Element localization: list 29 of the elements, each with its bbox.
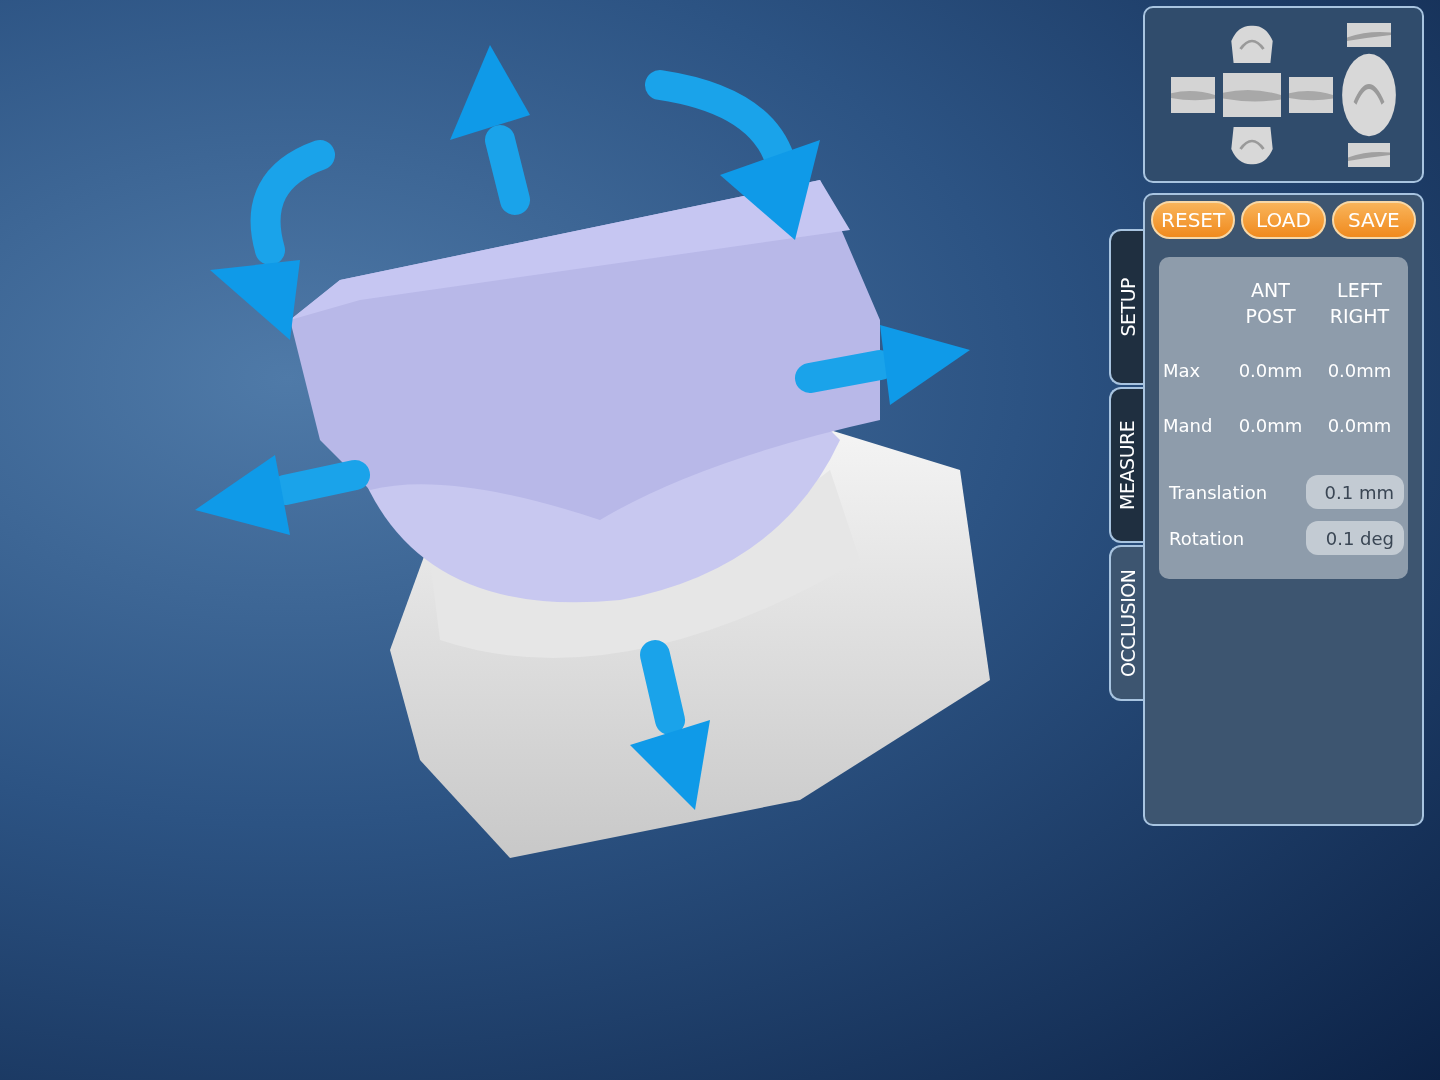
arrow-icon[interactable] xyxy=(210,140,335,340)
view-thumbnail[interactable] xyxy=(1170,76,1215,113)
side-tab[interactable]: OCCLUSION xyxy=(1109,545,1145,701)
row-label: Max xyxy=(1163,359,1202,383)
arrow-icon[interactable] xyxy=(645,70,820,240)
column-header: ANT xyxy=(1251,278,1290,303)
row-label: Mand xyxy=(1163,414,1214,438)
table-cell-text: 0.0mm xyxy=(1237,414,1304,438)
view-thumbnail[interactable] xyxy=(1340,52,1397,137)
step-field[interactable]: 0.1 mm xyxy=(1306,475,1404,509)
column-header: POST xyxy=(1245,304,1296,329)
side-tab[interactable]: SETUP xyxy=(1109,229,1145,385)
view-thumbnail[interactable] xyxy=(1228,24,1275,65)
side-tab[interactable]: MEASURE xyxy=(1109,387,1145,543)
arrow-icon[interactable] xyxy=(795,325,970,405)
arrow-icon[interactable] xyxy=(450,45,530,215)
view-thumbnail[interactable] xyxy=(1222,72,1281,117)
field-label: Rotation xyxy=(1169,526,1245,551)
view-thumbnail[interactable] xyxy=(1346,22,1391,47)
column-header: LEFT xyxy=(1337,278,1382,303)
table-cell-text: 0.0mm xyxy=(1237,359,1304,383)
column-header: RIGHT xyxy=(1329,304,1390,329)
view-thumbnail[interactable] xyxy=(1228,124,1275,165)
view-thumbnail[interactable] xyxy=(1347,142,1390,167)
view-thumbnail[interactable] xyxy=(1288,76,1333,113)
table-cell-text: 0.0mm xyxy=(1326,359,1393,383)
step-field[interactable]: 0.1 deg xyxy=(1306,521,1404,555)
table-cell-text: 0.0mm xyxy=(1326,414,1393,438)
field-label: Translation xyxy=(1169,480,1268,505)
